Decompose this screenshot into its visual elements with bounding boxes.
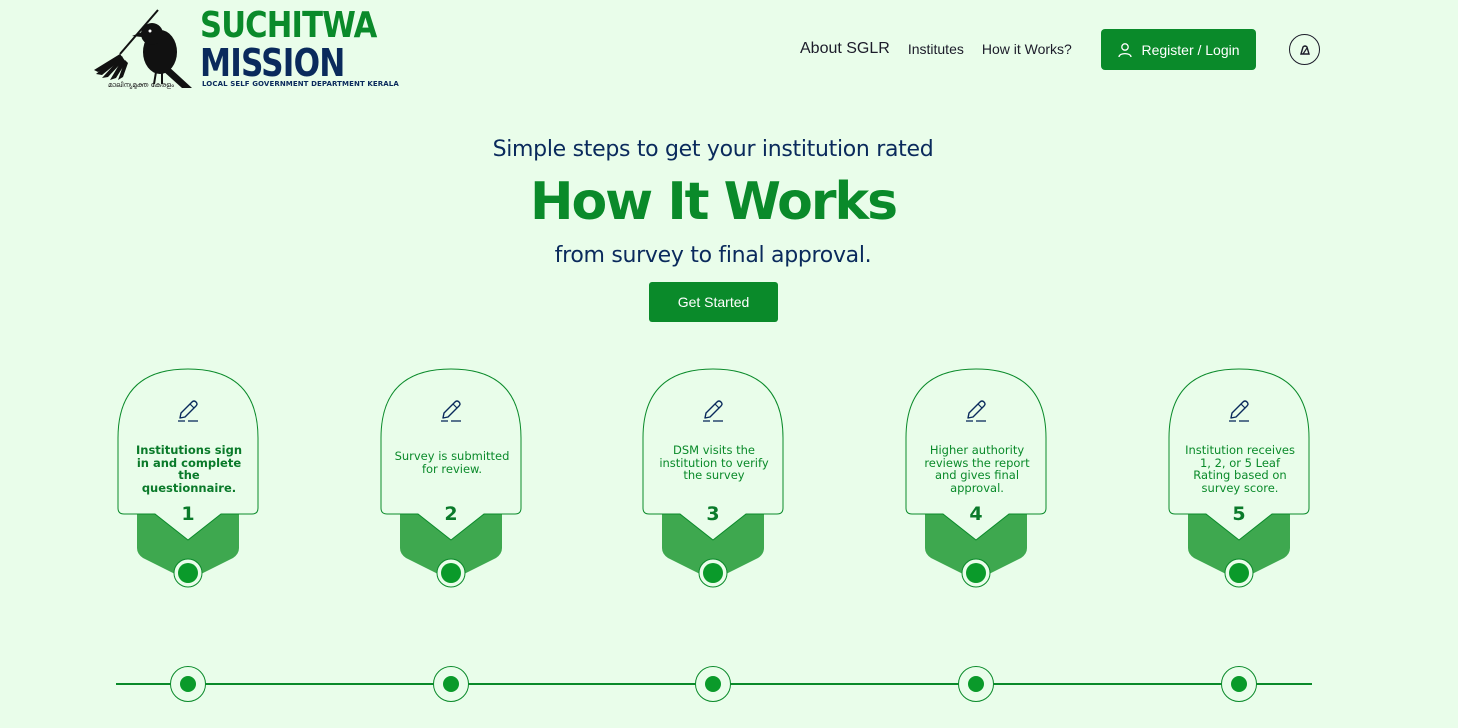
- register-login-label: Register / Login: [1141, 41, 1240, 58]
- nav-institutes[interactable]: Institutes: [908, 41, 964, 57]
- timeline-dot-4: [958, 666, 994, 702]
- step-description: DSM visits the institution to verify the…: [659, 443, 769, 482]
- nav-how-it-works[interactable]: How it Works?: [982, 41, 1072, 57]
- step-number: 2: [444, 503, 458, 525]
- crow-broom-icon: [94, 9, 192, 88]
- edit-pen-icon: [966, 400, 986, 422]
- get-started-button[interactable]: Get Started: [649, 282, 778, 322]
- edit-pen-icon: [441, 400, 461, 422]
- step-card-1: Institutions sign in and complete the qu…: [117, 368, 261, 588]
- logo-tagline-malayalam: മാലിന്യമുക്ത കേരളം: [108, 81, 174, 89]
- suchitwa-logo[interactable]: മാലിന്യമുക്ത കേരളം SUCHITWA MISSION LOCA…: [92, 5, 399, 92]
- page-title: How It Works: [529, 172, 898, 232]
- hero-subtitle: Simple steps to get your institution rat…: [492, 137, 934, 162]
- theme-toggle-button[interactable]: [1289, 34, 1320, 65]
- step-card-3: DSM visits the institution to verify the…: [642, 368, 786, 588]
- logo-subtitle: LOCAL SELF GOVERNMENT DEPARTMENT KERALA: [202, 80, 399, 88]
- timeline-dot-2: [433, 666, 469, 702]
- step-description: Survey is submitted for review.: [394, 449, 510, 476]
- register-login-button[interactable]: Register / Login: [1101, 29, 1256, 70]
- timeline-dot-5: [1221, 666, 1257, 702]
- step-number: 4: [969, 503, 983, 525]
- main-nav: About SGLR Institutes How it Works?: [800, 29, 1090, 69]
- step-description: Institution receives 1, 2, or 5 Leaf Rat…: [1185, 443, 1295, 495]
- logo-title-line2: MISSION: [200, 41, 345, 85]
- step-number: 5: [1232, 503, 1246, 525]
- step-number: 1: [181, 503, 195, 525]
- logo-title-line1: SUCHITWA: [200, 5, 377, 46]
- step-card-5: Institution receives 1, 2, or 5 Leaf Rat…: [1168, 368, 1312, 588]
- timeline-dot-3: [695, 666, 731, 702]
- step-number: 3: [706, 503, 720, 525]
- nav-about-sglr[interactable]: About SGLR: [800, 40, 890, 58]
- timeline-dot-1: [170, 666, 206, 702]
- step-description: Institutions sign in and complete the qu…: [135, 443, 242, 495]
- edit-pen-icon: [178, 400, 198, 422]
- edit-pen-icon: [1229, 400, 1249, 422]
- step-card-4: Higher authority reviews the report and …: [905, 368, 1049, 588]
- step-description: Higher authority reviews the report and …: [924, 443, 1030, 495]
- hero-tagline: from survey to final approval.: [554, 243, 872, 268]
- edit-pen-icon: [703, 400, 723, 422]
- user-icon: [1118, 42, 1133, 57]
- theme-toggle-icon: [1299, 44, 1310, 55]
- step-card-2: Survey is submitted for review. 2: [380, 368, 524, 588]
